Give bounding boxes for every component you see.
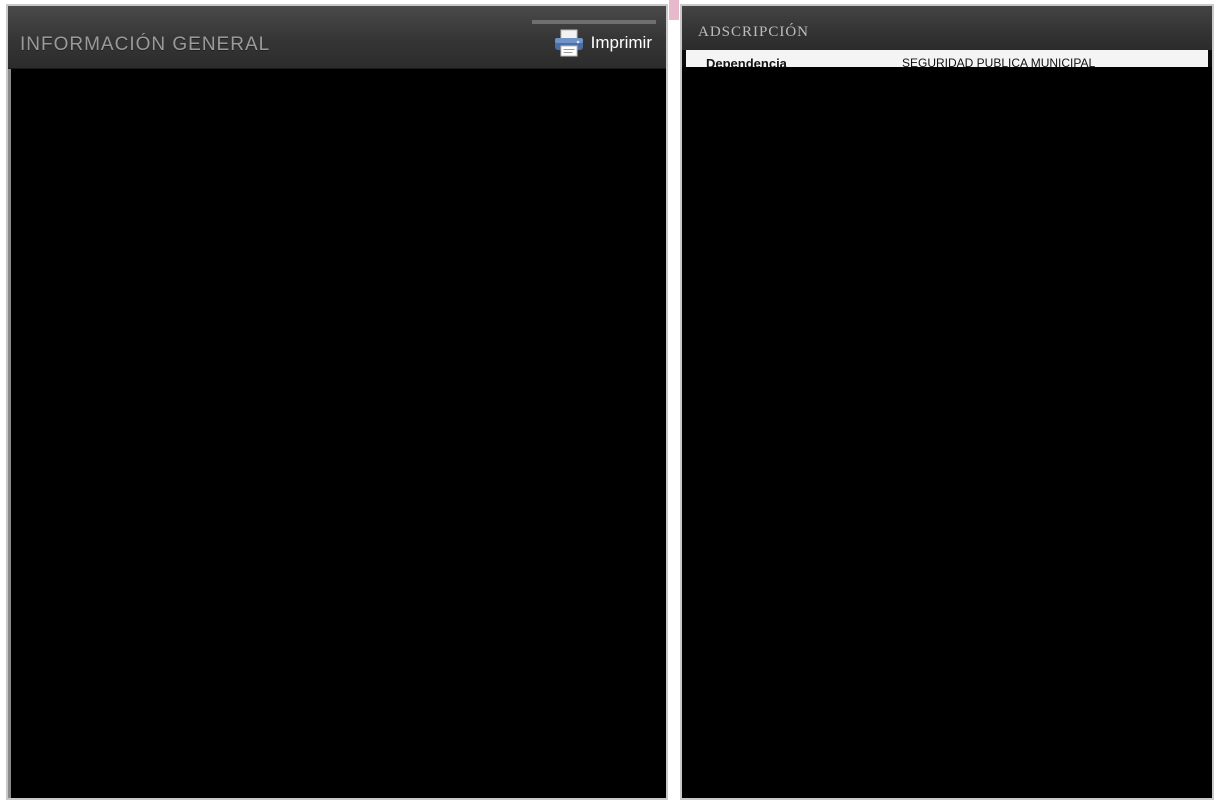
adscripcion-row-dependencia: Dependencia SEGURIDAD PUBLICA MUNICIPAL: [686, 50, 1208, 67]
general-info-header: INFORMACIÓN GENERAL Imprimir: [8, 6, 666, 69]
general-info-title: INFORMACIÓN GENERAL: [20, 34, 271, 55]
dependencia-value: SEGURIDAD PUBLICA MUNICIPAL: [902, 56, 1096, 67]
panel-divider: [669, 0, 679, 20]
print-button[interactable]: Imprimir: [532, 20, 656, 62]
adscripcion-body-redacted: [682, 67, 1212, 798]
adscripcion-title: ADSCRIPCIÓN: [698, 24, 810, 40]
page: INFORMACIÓN GENERAL Imprimir ADSCRIPCIÓN…: [0, 0, 1218, 802]
adscripcion-panel: ADSCRIPCIÓN Dependencia SEGURIDAD PUBLIC…: [680, 4, 1214, 800]
print-button-label: Imprimir: [590, 33, 652, 52]
dependencia-label: Dependencia: [706, 56, 787, 67]
general-info-panel: INFORMACIÓN GENERAL Imprimir: [6, 4, 668, 800]
adscripcion-header: ADSCRIPCIÓN: [682, 6, 1212, 50]
printer-icon: [553, 29, 585, 57]
general-info-body-redacted: [8, 69, 666, 798]
